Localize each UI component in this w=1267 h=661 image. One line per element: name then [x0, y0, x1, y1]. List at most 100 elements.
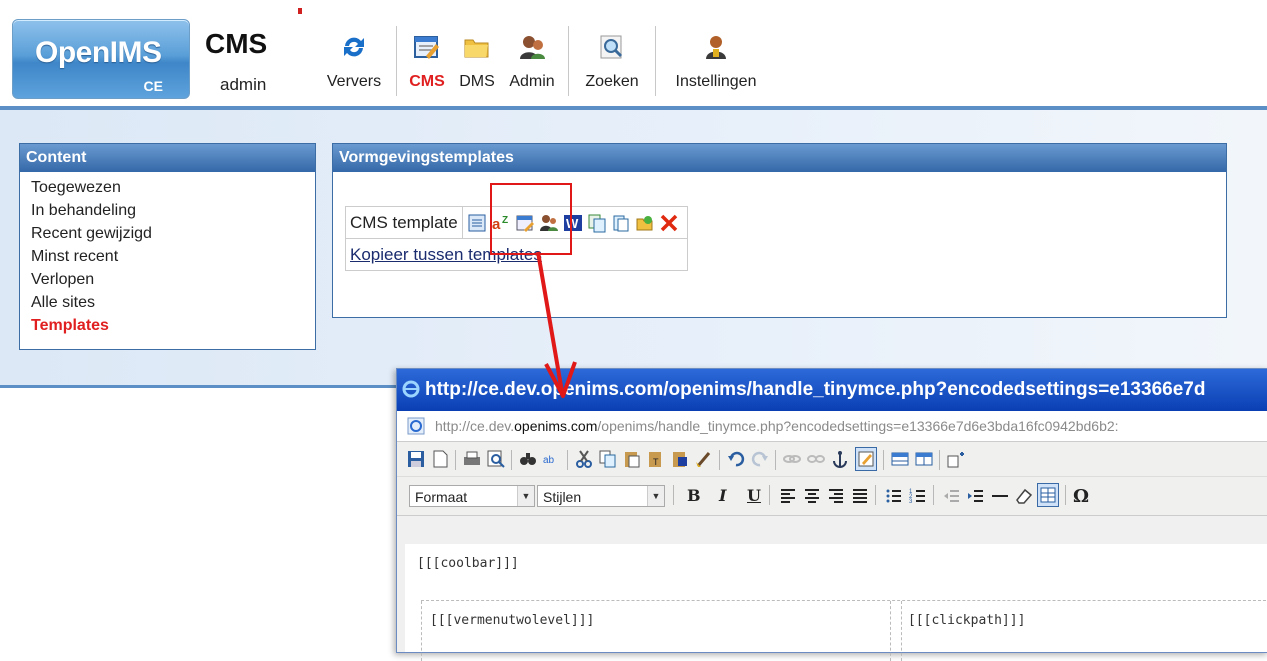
toolbar-separator [939, 450, 940, 470]
toolbar-separator [567, 450, 568, 470]
paste-text-icon[interactable]: T [647, 450, 665, 468]
styles-select[interactable]: Stijlen ▼ [537, 485, 665, 507]
outdent-icon[interactable] [943, 487, 961, 505]
horizontal-rule-icon[interactable] [991, 487, 1009, 505]
bullet-list-icon[interactable] [885, 487, 903, 505]
toolbar-admin-button[interactable]: Admin [503, 32, 561, 91]
template-name: CMS template [345, 206, 463, 239]
visual-aid-icon[interactable] [1037, 483, 1059, 507]
export-icon[interactable] [635, 213, 655, 233]
align-left-icon[interactable] [779, 487, 797, 505]
align-center-icon[interactable] [803, 487, 821, 505]
chevron-down-icon: ▼ [517, 486, 534, 506]
refresh-icon [344, 37, 364, 57]
logo-edition: CE [143, 78, 163, 94]
eraser-icon[interactable] [1015, 487, 1033, 505]
content-panel: Content Toegewezen In behandeling Recent… [19, 143, 316, 350]
ie-icon [402, 380, 420, 398]
paste-word-icon[interactable] [671, 450, 689, 468]
toolbar-settings-button[interactable]: Instellingen [663, 32, 769, 91]
settings-user-icon [706, 36, 726, 59]
toolbar-label: CMS [409, 73, 445, 90]
save-icon[interactable] [407, 450, 425, 468]
edit-html-icon[interactable] [855, 447, 877, 471]
copy-icon[interactable] [599, 450, 617, 468]
address-domain: openims.com [514, 418, 598, 434]
toolbar-label: Admin [509, 73, 555, 90]
undo-icon[interactable] [727, 450, 745, 468]
unlink-icon[interactable] [807, 450, 825, 468]
content-item-recent-gewijzigd[interactable]: Recent gewijzigd [31, 223, 315, 246]
templates-panel: Vormgevingstemplates CMS template aZW Ko… [332, 143, 1227, 318]
layout-table: [[[vermenutwolevel]]] [[[clickpath]]] [421, 600, 1267, 661]
indent-icon[interactable] [967, 487, 985, 505]
omega-icon[interactable]: Ω [1073, 486, 1089, 507]
toolbar-separator [511, 450, 512, 470]
popup-title-text: http://ce.dev.openims.com/openims/handle… [425, 379, 1206, 400]
layout-cell-left: [[[vermenutwolevel]]] [421, 601, 891, 661]
toolbar-refresh-button[interactable]: Ververs [318, 32, 390, 91]
main-area: Content Toegewezen In behandeling Recent… [0, 110, 1267, 388]
templates-panel-title: Vormgevingstemplates [333, 144, 1226, 172]
toolbar-separator [775, 450, 776, 470]
insert-row-icon[interactable] [947, 450, 965, 468]
content-item-in-behandeling[interactable]: In behandeling [31, 200, 315, 223]
address-prefix: http://ce.dev. [435, 418, 515, 434]
underline-button[interactable]: U [747, 486, 761, 505]
popup-title-bar[interactable]: http://ce.dev.openims.com/openims/handle… [397, 369, 1267, 411]
toolbar-label: Zoeken [585, 73, 639, 90]
format-select-value: Formaat [415, 489, 468, 505]
delete-icon[interactable] [659, 213, 679, 233]
content-item-alle-sites[interactable]: Alle sites [31, 292, 315, 315]
list-icon[interactable] [467, 213, 487, 233]
format-select[interactable]: Formaat ▼ [409, 485, 535, 507]
cut-icon[interactable] [575, 450, 593, 468]
popup-address-bar[interactable]: http://ce.dev.openims.com/openims/handle… [397, 411, 1267, 442]
editor-toolbar-row-2: Formaat ▼ Stijlen ▼ B I U 123 Ω [397, 477, 1267, 516]
admin-user-icon [520, 36, 545, 59]
toolbar-divider [655, 26, 656, 96]
align-right-icon[interactable] [827, 487, 845, 505]
toolbar-separator [1065, 485, 1066, 505]
decor-mark [298, 8, 302, 14]
align-justify-icon[interactable] [851, 487, 869, 505]
content-item-minst-recent[interactable]: Minst recent [31, 246, 315, 269]
replace-icon[interactable]: ab [543, 450, 561, 468]
toolbar-label: Instellingen [675, 73, 757, 90]
toolbar-divider [568, 26, 569, 96]
page-icon [407, 417, 425, 435]
print-icon[interactable] [463, 450, 481, 468]
editor-content-area[interactable]: [[[coolbar]]] [[[vermenutwolevel]]] [[[c… [405, 544, 1267, 661]
table-props-icon[interactable] [915, 450, 933, 468]
search-icon [600, 35, 623, 59]
toolbar-label: Ververs [326, 73, 382, 90]
find-icon[interactable] [519, 450, 537, 468]
paste-icon[interactable] [611, 213, 631, 233]
app-title: CMS [205, 28, 268, 59]
new-document-icon[interactable] [431, 450, 449, 468]
anchor-icon[interactable] [831, 450, 849, 468]
paste-icon[interactable] [623, 450, 641, 468]
logo-text: OpenIMS [35, 36, 162, 69]
link-icon[interactable] [783, 450, 801, 468]
table-icon[interactable] [891, 450, 909, 468]
current-user: admin [220, 75, 267, 94]
preview-icon[interactable] [487, 450, 505, 468]
content-item-toegewezen[interactable]: Toegewezen [31, 177, 315, 200]
toolbar-separator [719, 450, 720, 470]
folder-icon [464, 39, 489, 58]
bold-button[interactable]: B [687, 486, 701, 505]
content-item-templates[interactable]: Templates [31, 315, 315, 338]
toolbar-search-button[interactable]: Zoeken [576, 32, 648, 91]
address-suffix: /openims/handle_tinymce.php?encodedsetti… [597, 418, 1119, 434]
numbered-list-icon[interactable]: 123 [909, 487, 927, 505]
italic-button[interactable]: I [719, 486, 726, 505]
content-item-verlopen[interactable]: Verlopen [31, 269, 315, 292]
openims-logo[interactable]: OpenIMS CE [12, 19, 190, 99]
toolbar-dms-button[interactable]: DMS [454, 32, 500, 91]
toolbar-cms-button[interactable]: CMS [404, 32, 450, 91]
cleanup-icon[interactable] [695, 450, 713, 468]
highlight-box [490, 183, 572, 255]
redo-icon[interactable] [751, 450, 769, 468]
copy-icon[interactable] [587, 213, 607, 233]
